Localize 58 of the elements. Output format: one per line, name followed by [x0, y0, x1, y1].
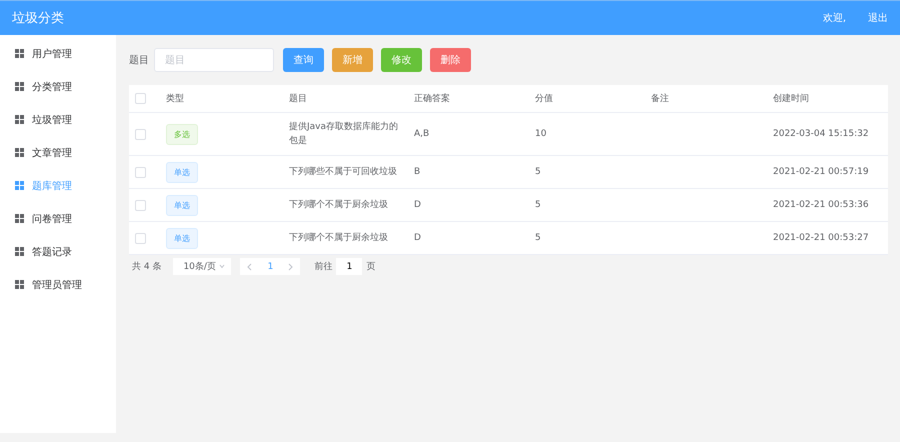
type-tag: 单选	[166, 194, 198, 216]
table-cell: 5	[535, 200, 541, 210]
sidebar-item[interactable]: 问卷管理	[0, 202, 116, 235]
column-header: 类型	[160, 85, 283, 112]
table-cell: B	[414, 167, 420, 177]
grid-icon	[15, 214, 24, 223]
table-cell: 5	[535, 167, 541, 177]
checkbox[interactable]	[135, 93, 146, 104]
table-cell: 下列哪个不属于厨余垃圾	[289, 200, 388, 210]
table-cell: D	[414, 200, 421, 210]
table-cell: 2021-02-21 00:53:36	[773, 200, 869, 210]
goto-label: 前往	[314, 260, 332, 273]
grid-icon	[15, 181, 24, 190]
sidebar-item[interactable]: 用户管理	[0, 37, 116, 70]
checkbox[interactable]	[135, 232, 146, 244]
type-tag: 单选	[166, 162, 198, 182]
sidebar-item[interactable]: 垃圾管理	[0, 103, 116, 136]
table-cell: D	[414, 233, 421, 243]
sidebar-item[interactable]: 分类管理	[0, 70, 116, 103]
column-header: 题目	[283, 85, 408, 112]
column-header: 备注	[645, 85, 767, 112]
sidebar-item[interactable]: 文章管理	[0, 136, 116, 169]
page-size-select[interactable]: 10条/页	[173, 258, 232, 275]
type-tag: 单选	[166, 228, 198, 248]
search-field[interactable]: 题目	[154, 48, 274, 72]
search-label: 题目	[129, 54, 149, 67]
column-header: 分值	[529, 85, 645, 112]
column-header: 正确答案	[408, 85, 529, 112]
chevron-left-icon	[247, 262, 254, 270]
grid-icon	[15, 280, 24, 289]
table-cell: 10	[535, 129, 546, 139]
table-cell: 提供Java存取数据库能力的包是	[289, 122, 398, 146]
column-header: 创建时间	[767, 85, 888, 112]
checkbox[interactable]	[135, 200, 146, 210]
sidebar-item[interactable]: 答题记录	[0, 235, 116, 268]
table-cell: A,B	[414, 129, 430, 139]
table-cell: 2021-02-21 00:53:27	[773, 233, 869, 243]
table-cell: 2021-02-21 00:57:19	[773, 167, 869, 177]
grid-icon	[15, 82, 24, 91]
sidebar-item[interactable]: 管理员管理	[0, 268, 116, 301]
grid-icon	[15, 115, 24, 124]
checkbox[interactable]	[135, 166, 146, 178]
chevron-right-icon	[287, 262, 294, 270]
app-title: 垃圾分类	[12, 10, 64, 27]
caret-icon	[219, 262, 226, 270]
grid-icon	[15, 148, 24, 157]
table-cell: 2022-03-04 15:15:32	[773, 129, 869, 139]
grid-icon	[15, 49, 24, 58]
welcome-text: 欢迎,	[822, 12, 846, 25]
table-cell: 下列哪些不属于可回收垃圾	[289, 166, 397, 177]
page-suffix: 页	[366, 261, 376, 273]
type-tag: 多选	[166, 124, 198, 144]
checkbox[interactable]	[135, 128, 146, 140]
table-cell: 5	[535, 233, 541, 243]
page-input[interactable]: 1	[336, 258, 362, 275]
grid-icon	[15, 247, 24, 256]
table-cell: 下列哪个不属于厨余垃圾	[289, 232, 388, 243]
total-count: 共 4 条	[132, 260, 162, 273]
